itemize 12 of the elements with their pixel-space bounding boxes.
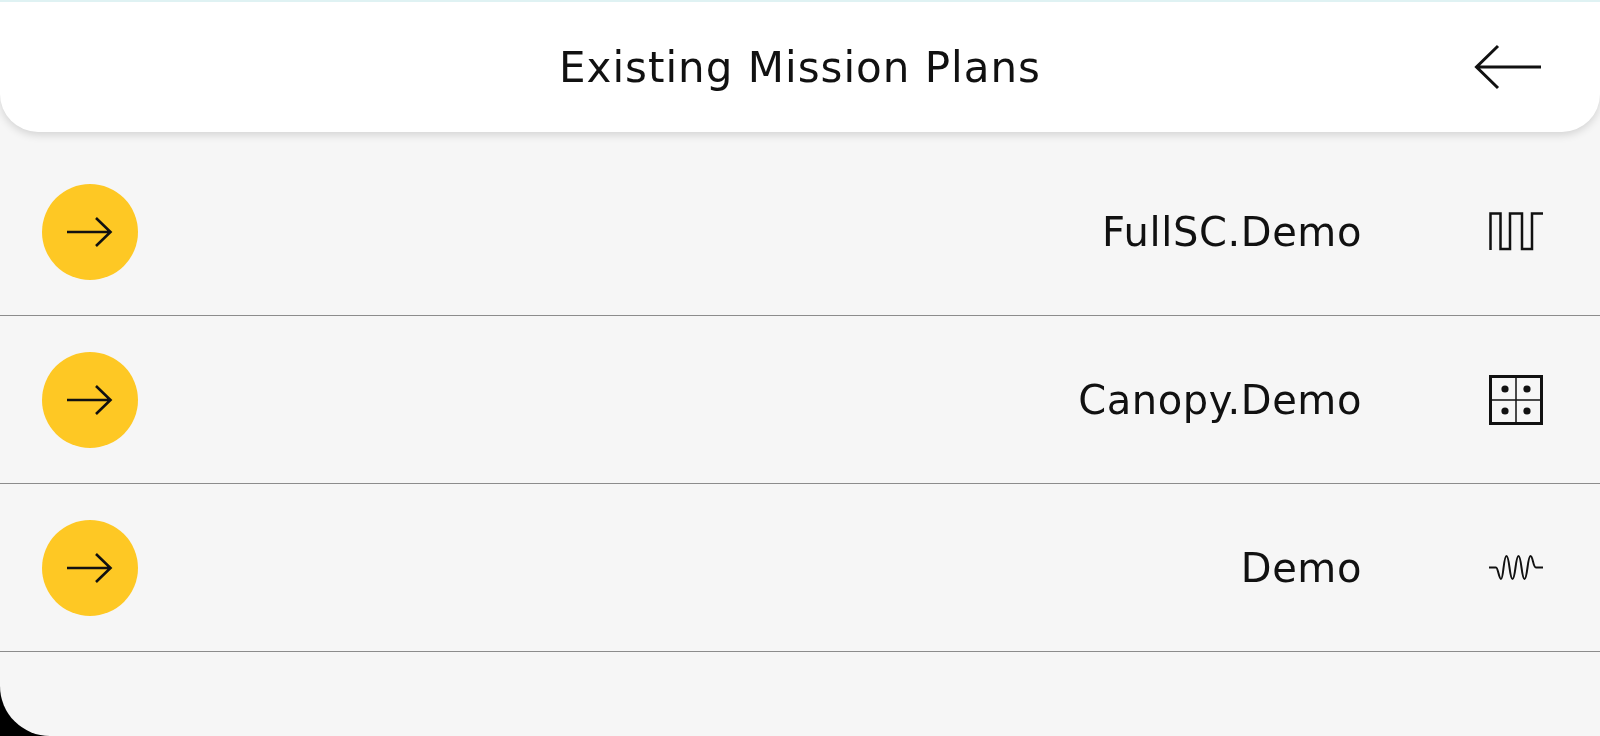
sine-wave-icon xyxy=(1489,554,1543,581)
plan-name: Demo xyxy=(1240,544,1362,591)
back-button[interactable] xyxy=(1474,44,1542,90)
arrow-right-icon xyxy=(67,551,113,584)
plan-name: Canopy.Demo xyxy=(1078,376,1362,423)
square-wave-icon xyxy=(1489,212,1543,251)
grid-dots-icon xyxy=(1489,374,1543,425)
arrow-right-icon xyxy=(67,215,113,248)
arrow-right-icon xyxy=(67,383,113,416)
plan-name: FullSC.Demo xyxy=(1102,208,1362,255)
page-title: Existing Mission Plans xyxy=(559,42,1041,92)
arrow-left-icon xyxy=(1474,44,1542,90)
